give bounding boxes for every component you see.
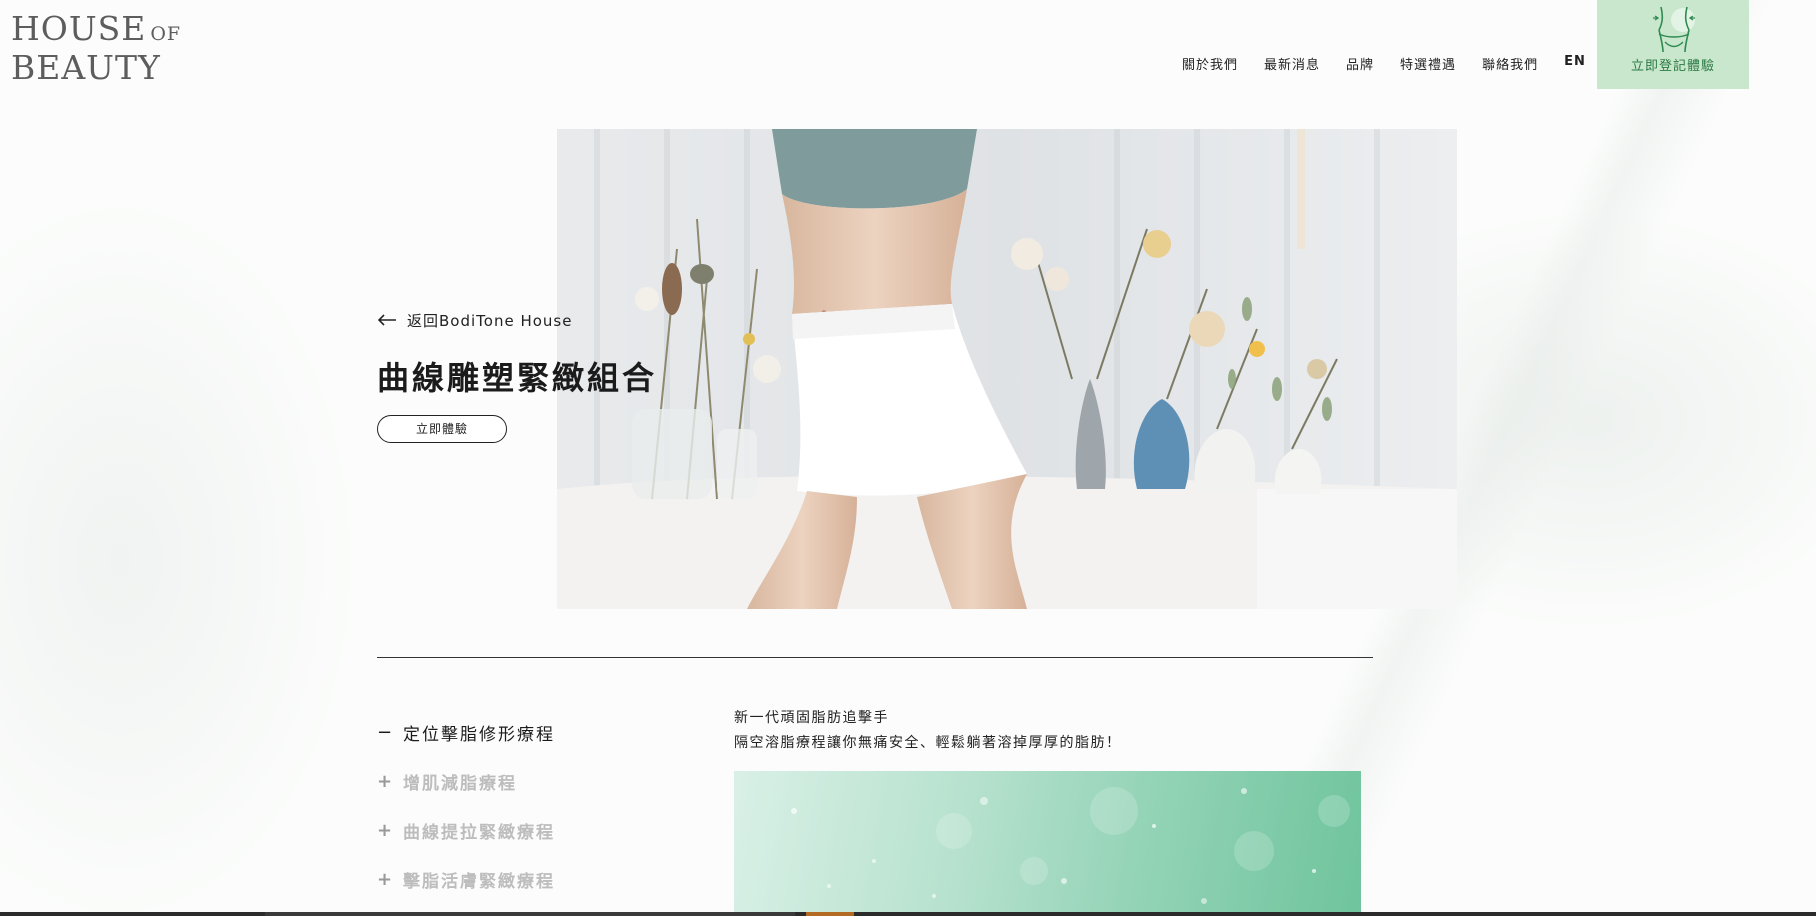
- nav-item-contact[interactable]: 聯絡我們: [1482, 54, 1538, 73]
- plus-icon: +: [377, 771, 395, 792]
- treatment-item-4[interactable]: + 擊脂活膚緊緻療程: [377, 855, 555, 904]
- treatment-description: 新一代頑固脂肪追擊手 隔空溶脂療程讓你無痛安全、輕鬆躺著溶掉厚厚的脂肪！: [734, 706, 1122, 756]
- main-nav: 關於我們 最新消息 品牌 特選禮遇 聯絡我們 EN: [1182, 54, 1586, 73]
- treatment-list: − 定位擊脂修形療程 + 增肌減脂療程 + 曲線提拉緊緻療程 + 擊脂活膚緊緻療…: [377, 708, 555, 904]
- hero-text-block: 返回BodiTone House 曲線雕塑緊緻組合 立即體驗: [377, 307, 657, 443]
- description-line-2: 隔空溶脂療程讓你無痛安全、輕鬆躺著溶掉厚厚的脂肪！: [734, 735, 1122, 751]
- treatment-item-2[interactable]: + 增肌減脂療程: [377, 757, 555, 806]
- register-trial-label: 立即登記體驗: [1630, 59, 1715, 74]
- treatment-item-3[interactable]: + 曲線提拉緊緻療程: [377, 806, 555, 855]
- treatment-label: 擊脂活膚緊緻療程: [403, 872, 555, 892]
- arrow-left-icon: [377, 314, 396, 326]
- description-line-1: 新一代頑固脂肪追擊手: [734, 710, 889, 726]
- try-now-button[interactable]: 立即體驗: [377, 415, 507, 443]
- plus-icon: +: [377, 820, 395, 841]
- section-divider: [377, 657, 1373, 658]
- hero-image: [557, 129, 1457, 609]
- body-silhouette-icon: [1653, 6, 1695, 53]
- back-link[interactable]: 返回BodiTone House: [377, 307, 657, 333]
- site-logo[interactable]: HOUSE OF BEAUTY: [11, 12, 181, 85]
- nav-item-about[interactable]: 關於我們: [1182, 54, 1238, 73]
- treatment-label: 定位擊脂修形療程: [403, 725, 555, 745]
- treatment-item-1[interactable]: − 定位擊脂修形療程: [377, 708, 555, 757]
- nav-item-brands[interactable]: 品牌: [1346, 54, 1374, 73]
- back-link-label: 返回BodiTone House: [407, 311, 573, 330]
- nav-item-news[interactable]: 最新消息: [1264, 54, 1320, 73]
- language-switch[interactable]: EN: [1564, 54, 1586, 73]
- plus-icon: +: [377, 869, 395, 890]
- nav-item-offers[interactable]: 特選禮遇: [1400, 54, 1456, 73]
- treatment-image: [734, 771, 1361, 916]
- register-trial-button[interactable]: 立即登記體驗: [1597, 0, 1749, 89]
- page-title: 曲線雕塑緊緻組合: [377, 359, 658, 397]
- treatment-label: 增肌減脂療程: [403, 774, 517, 794]
- minus-icon: −: [377, 722, 395, 743]
- browser-bottom-bar: [0, 912, 1816, 916]
- treatment-label: 曲線提拉緊緻療程: [403, 823, 555, 843]
